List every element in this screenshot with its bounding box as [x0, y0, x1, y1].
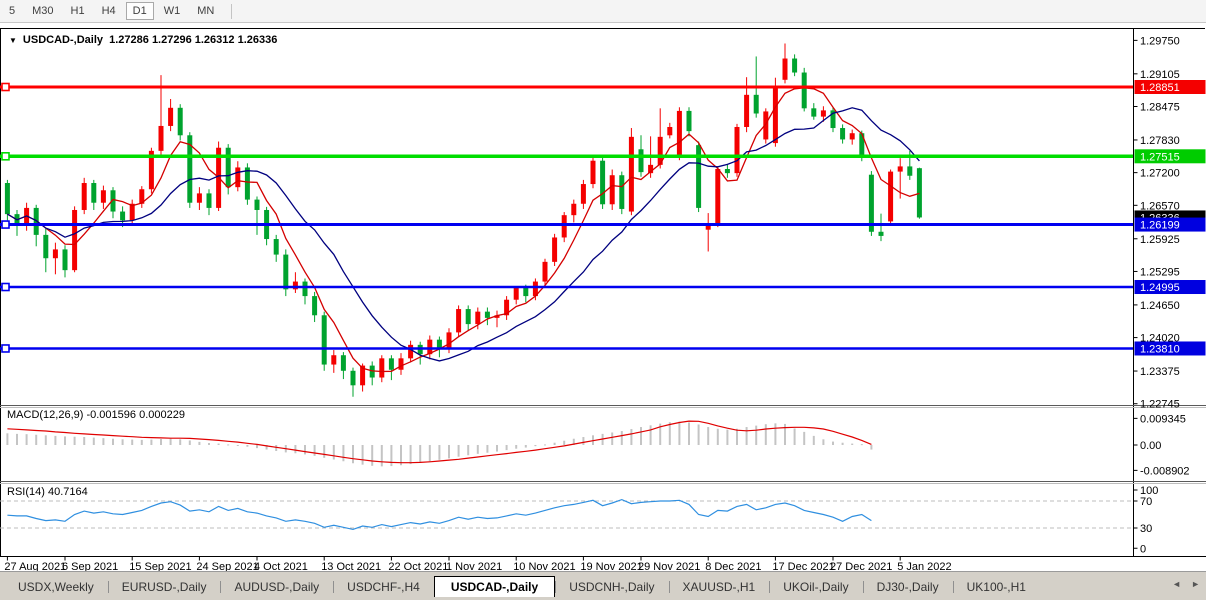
svg-text:1.23375: 1.23375 [1140, 366, 1180, 378]
svg-text:24 Sep 2021: 24 Sep 2021 [196, 561, 258, 571]
svg-text:70: 70 [1140, 496, 1152, 508]
timeframe-button-w1[interactable]: W1 [157, 2, 188, 20]
level-line-anchor-marker [2, 153, 9, 160]
rsi-pane [0, 500, 1133, 530]
svg-text:1.27515: 1.27515 [1140, 151, 1180, 163]
moving-average-line [7, 108, 919, 361]
date-axis[interactable]: 27 Aug 20216 Sep 2021 15 Sep 2021 24 Sep 2… [4, 557, 951, 571]
tab-scroll-right-icon[interactable]: ► [1191, 579, 1200, 589]
svg-text:-0.008902: -0.008902 [1140, 465, 1190, 477]
svg-text:19 Nov 2021: 19 Nov 2021 [580, 561, 642, 571]
svg-text:1.29750: 1.29750 [1140, 35, 1180, 47]
macd-indicator-label: MACD(12,26,9) -0.001596 0.000229 [7, 409, 185, 421]
chart-tab-usdcad-daily[interactable]: USDCAD-,Daily [434, 576, 555, 597]
svg-text:29 Nov 2021: 29 Nov 2021 [638, 561, 700, 571]
chart-tab-xauusd-h1[interactable]: XAUUSD-,H1 [669, 577, 770, 597]
toolbar-separator [231, 4, 232, 19]
svg-text:17 Dec 2021: 17 Dec 2021 [772, 561, 834, 571]
svg-text:1.24995: 1.24995 [1140, 282, 1180, 294]
chart-tab-usdchf-h4[interactable]: USDCHF-,H4 [333, 577, 434, 597]
chart-tab-audusd-daily[interactable]: AUDUSD-,Daily [220, 577, 333, 597]
svg-text:0.00: 0.00 [1140, 440, 1161, 452]
svg-text:5 Jan 2022: 5 Jan 2022 [897, 561, 951, 571]
trading-platform-window: 5M30H1H4D1W1MN 1.29750 1.29105 1.28475 1.27… [0, 0, 1206, 600]
svg-text:10 Nov 2021: 10 Nov 2021 [513, 561, 575, 571]
candlestick-series [5, 43, 922, 396]
timeframe-button-h1[interactable]: H1 [64, 2, 92, 20]
timeframe-button-h4[interactable]: H4 [95, 2, 123, 20]
chart-tab-eurusd-daily[interactable]: EURUSD-,Daily [108, 577, 221, 597]
svg-text:27 Dec 2021: 27 Dec 2021 [830, 561, 892, 571]
svg-text:30: 30 [1140, 523, 1152, 535]
macd-axis: 0.009345 0.00 -0.008902 [1133, 413, 1190, 477]
svg-text:1.24650: 1.24650 [1140, 300, 1180, 312]
svg-text:0: 0 [1140, 543, 1146, 555]
svg-text:8 Dec 2021: 8 Dec 2021 [705, 561, 761, 571]
level-line-anchor-marker [2, 284, 9, 291]
svg-text:1.25925: 1.25925 [1140, 234, 1180, 246]
svg-text:15 Sep 2021: 15 Sep 2021 [129, 561, 191, 571]
timeframe-toolbar: 5M30H1H4D1W1MN [0, 0, 1206, 23]
chart-tab-bar: USDX,WeeklyEURUSD-,DailyAUDUSD-,DailyUSD… [0, 575, 1206, 597]
svg-text:27 Aug 2021: 27 Aug 2021 [4, 561, 66, 571]
svg-text:1.29105: 1.29105 [1140, 69, 1180, 81]
chart-canvas[interactable]: 1.297501.291051.284751.278301.272001.265… [0, 0, 1206, 571]
chart-tab-dj30-daily[interactable]: DJ30-,Daily [863, 577, 953, 597]
svg-text:1.28851: 1.28851 [1140, 82, 1180, 94]
chart-tab-uk100-h1[interactable]: UK100-,H1 [953, 577, 1040, 597]
rsi-indicator-label: RSI(14) 40.7164 [7, 486, 88, 498]
level-line-anchor-marker [2, 345, 9, 352]
tab-scroll-left-icon[interactable]: ◄ [1172, 579, 1181, 589]
chart-symbol-label: USDCAD-,Daily [23, 34, 103, 46]
svg-text:0.009345: 0.009345 [1140, 413, 1186, 425]
chart-dropdown-icon[interactable]: ▼ [9, 36, 17, 45]
chart-title: ▼ USDCAD-,Daily 1.27286 1.27296 1.26312 1… [9, 34, 277, 46]
svg-text:13 Oct 2021: 13 Oct 2021 [321, 561, 381, 571]
level-line-anchor-marker [2, 221, 9, 228]
chart-ohlc-values: 1.27286 1.27296 1.26312 1.26336 [109, 34, 277, 46]
svg-text:1.25295: 1.25295 [1140, 266, 1180, 278]
timeframe-button-m30[interactable]: M30 [25, 2, 60, 20]
rsi-axis: 10070300 [1133, 485, 1158, 555]
svg-text:1 Nov 2021: 1 Nov 2021 [446, 561, 502, 571]
chart-tab-ukoil-daily[interactable]: UKOil-,Daily [769, 577, 862, 597]
rsi-line [7, 500, 871, 530]
timeframe-button-d1[interactable]: D1 [126, 2, 154, 20]
svg-text:4 Oct 2021: 4 Oct 2021 [254, 561, 308, 571]
timeframe-button-mn[interactable]: MN [190, 2, 221, 20]
svg-text:6 Sep 2021: 6 Sep 2021 [62, 561, 118, 571]
svg-text:1.22745: 1.22745 [1140, 399, 1180, 411]
svg-text:1.23810: 1.23810 [1140, 343, 1180, 355]
svg-text:22 Oct 2021: 22 Oct 2021 [388, 561, 448, 571]
chart-tab-usdcnh-daily[interactable]: USDCNH-,Daily [555, 577, 668, 597]
chart-tab-usdx-weekly[interactable]: USDX,Weekly [4, 577, 108, 597]
macd-pane [6, 421, 872, 466]
moving-average-line [7, 88, 919, 372]
timeframe-button-5[interactable]: 5 [2, 2, 22, 20]
chart-frame [0, 28, 1206, 557]
svg-text:1.28475: 1.28475 [1140, 102, 1180, 114]
svg-text:1.26199: 1.26199 [1140, 220, 1180, 232]
level-line-anchor-marker [2, 84, 9, 91]
tab-scroll-arrows: ◄► [1172, 579, 1200, 589]
svg-text:1.27200: 1.27200 [1140, 168, 1180, 180]
svg-text:1.27830: 1.27830 [1140, 135, 1180, 147]
